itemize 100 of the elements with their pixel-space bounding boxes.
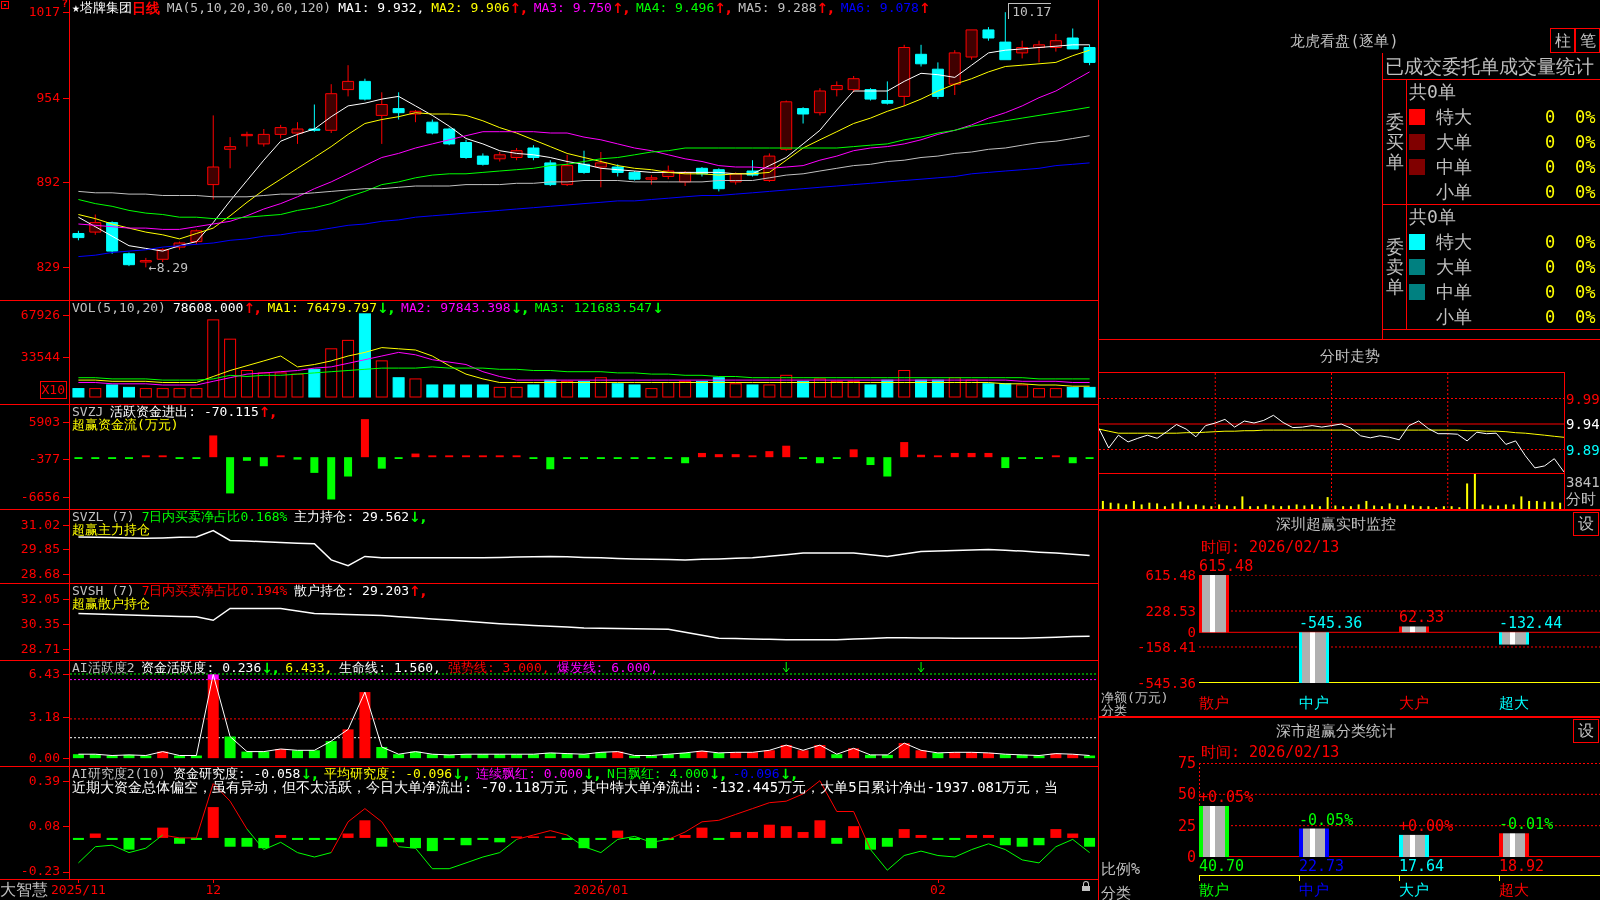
- legend-text: MA4: 9.496: [636, 0, 715, 15]
- value-label: 40.70: [1199, 858, 1245, 874]
- legend-text: MA1: 76479.797: [267, 300, 377, 315]
- axis-label: 954: [36, 89, 60, 105]
- legend-text: ↑,: [243, 300, 261, 315]
- legend-text: 日线: [131, 0, 160, 15]
- axis-title: 分类: [1101, 884, 1131, 900]
- order-size-label: 中单: [1436, 155, 1473, 178]
- legend-text: ↑: [918, 0, 931, 15]
- category-label: 中户: [1299, 695, 1329, 711]
- axis-label: 0: [1186, 850, 1196, 864]
- axis-title: 净额(万元): [1101, 691, 1170, 704]
- legend-text: ↑,: [258, 404, 276, 419]
- section-title: 深圳超赢实时监控: [1276, 515, 1396, 533]
- legend-text: 7日内买卖净占比0.194%: [141, 583, 288, 598]
- legend-text: ↓,: [261, 660, 279, 675]
- axis-label: 5903: [28, 413, 60, 429]
- change-label: +0.05%: [1199, 789, 1254, 805]
- axis-label: -0.23: [20, 863, 60, 878]
- legend-text: VOL(5,10,20): [72, 300, 166, 315]
- date-label: 2025/11: [51, 881, 106, 899]
- legend-text: ↓,: [409, 509, 427, 524]
- order-size-label: 特大: [1436, 231, 1473, 254]
- order-size-label: 大单: [1436, 131, 1473, 153]
- axis-label: 75: [1177, 756, 1196, 770]
- legend-text: 资金研究度: -0.058: [172, 766, 301, 781]
- axis-label: 28.68: [20, 566, 60, 581]
- legend-text: ↑,: [611, 0, 629, 15]
- order-percent: 0%: [1575, 231, 1596, 254]
- legend-text: MA2: 9.906: [431, 0, 510, 15]
- date-label: 2026/01: [573, 881, 629, 899]
- legend-text: 生命线: 1.560,: [339, 660, 441, 675]
- legend-text: N日飘红: 4.000: [607, 766, 709, 781]
- value-label: 18.92: [1499, 858, 1545, 874]
- legend-text: 爆发线: 6.000,: [556, 660, 659, 675]
- legend-text: ↓,: [452, 766, 470, 781]
- change-label: -0.05%: [1299, 811, 1354, 828]
- order-percent: 0%: [1575, 256, 1596, 278]
- legend-text: MA2: 97843.398: [401, 300, 511, 315]
- axis-label: 25: [1177, 818, 1196, 833]
- panel-title: 龙虎看盘(逐单): [1290, 31, 1399, 50]
- order-percent: 0%: [1575, 131, 1596, 153]
- legend-text: 强势线: 3.000,: [447, 660, 550, 675]
- legend-text: 超赢散户持仓: [72, 596, 150, 611]
- axis-label: 0.39: [28, 772, 60, 788]
- legend-text: SVZJ: [72, 404, 104, 419]
- category-label: 超大: [1499, 695, 1529, 711]
- legend-text: ↓,: [708, 766, 726, 781]
- legend-text: 活跃资金进出: -70.115: [110, 404, 259, 419]
- date-label: 02: [930, 881, 946, 899]
- category-label: 散户: [1199, 695, 1229, 711]
- axis-label: 33544: [20, 348, 60, 364]
- order-total: 共0单: [1409, 206, 1456, 229]
- legend-text: ↓,: [582, 766, 601, 781]
- order-size-label: 中单: [1436, 280, 1473, 303]
- axis-label: 0.08: [28, 818, 60, 834]
- order-count: 0: [1543, 155, 1557, 178]
- price-label: 9.94: [1566, 416, 1600, 432]
- legend-text: ↓,: [779, 766, 797, 781]
- value-label: -132.44: [1499, 615, 1563, 632]
- change-label: -0.01%: [1499, 816, 1554, 833]
- axis-label: -158.41: [1137, 640, 1196, 654]
- category-label: 中户: [1299, 882, 1329, 898]
- value-label: 615.48: [1199, 558, 1254, 574]
- legend-text: 主力持仓: 29.562: [294, 509, 410, 524]
- legend-text: 超赢主力持仓: [72, 522, 150, 537]
- axis-label: 615.48: [1145, 568, 1196, 582]
- order-percent: 0%: [1575, 305, 1596, 328]
- low-price-label: ←8.29: [148, 260, 188, 276]
- legend-text: 连续飘红: 0.000: [476, 766, 583, 781]
- axis-label: 892: [36, 173, 60, 189]
- value-label: 22.73: [1299, 858, 1345, 874]
- axis-label: 67926: [20, 307, 60, 323]
- legend-text: MA3: 9.750: [533, 0, 612, 15]
- category-label: 大户: [1399, 695, 1429, 711]
- legend-text: MA(5,10,20,30,60,120): [166, 0, 332, 15]
- axis-label: 50: [1177, 787, 1196, 802]
- order-count: 0: [1543, 131, 1557, 153]
- section-title: 分时走势: [1319, 347, 1380, 365]
- legend-text: ↓: [652, 300, 664, 315]
- volume-label: 3841: [1566, 474, 1600, 490]
- legend-text: 超赢资金流(万元): [72, 417, 179, 432]
- category-label: 超大: [1499, 882, 1529, 898]
- high-price-label: 10.17: [1008, 3, 1052, 20]
- order-percent: 0%: [1575, 155, 1596, 178]
- order-count: 0: [1543, 280, 1557, 303]
- category-label: 散户: [1199, 882, 1229, 898]
- order-percent: 0%: [1575, 180, 1596, 203]
- legend-text: ↑,: [816, 0, 834, 15]
- value-label: 62.33: [1399, 609, 1445, 626]
- date-label: 12: [205, 881, 222, 899]
- order-size-label: 特大: [1436, 106, 1473, 129]
- price-label: 9.89: [1566, 441, 1600, 458]
- axis-label: 1017: [28, 4, 60, 20]
- legend-text: ↑,: [714, 0, 732, 15]
- axis-label: 6.43: [28, 666, 60, 681]
- order-count: 0: [1543, 106, 1557, 129]
- order-count: 0: [1543, 256, 1557, 278]
- legend-text: 平均研究度: -0.096: [324, 766, 453, 781]
- side-label: 委卖单: [1385, 237, 1404, 297]
